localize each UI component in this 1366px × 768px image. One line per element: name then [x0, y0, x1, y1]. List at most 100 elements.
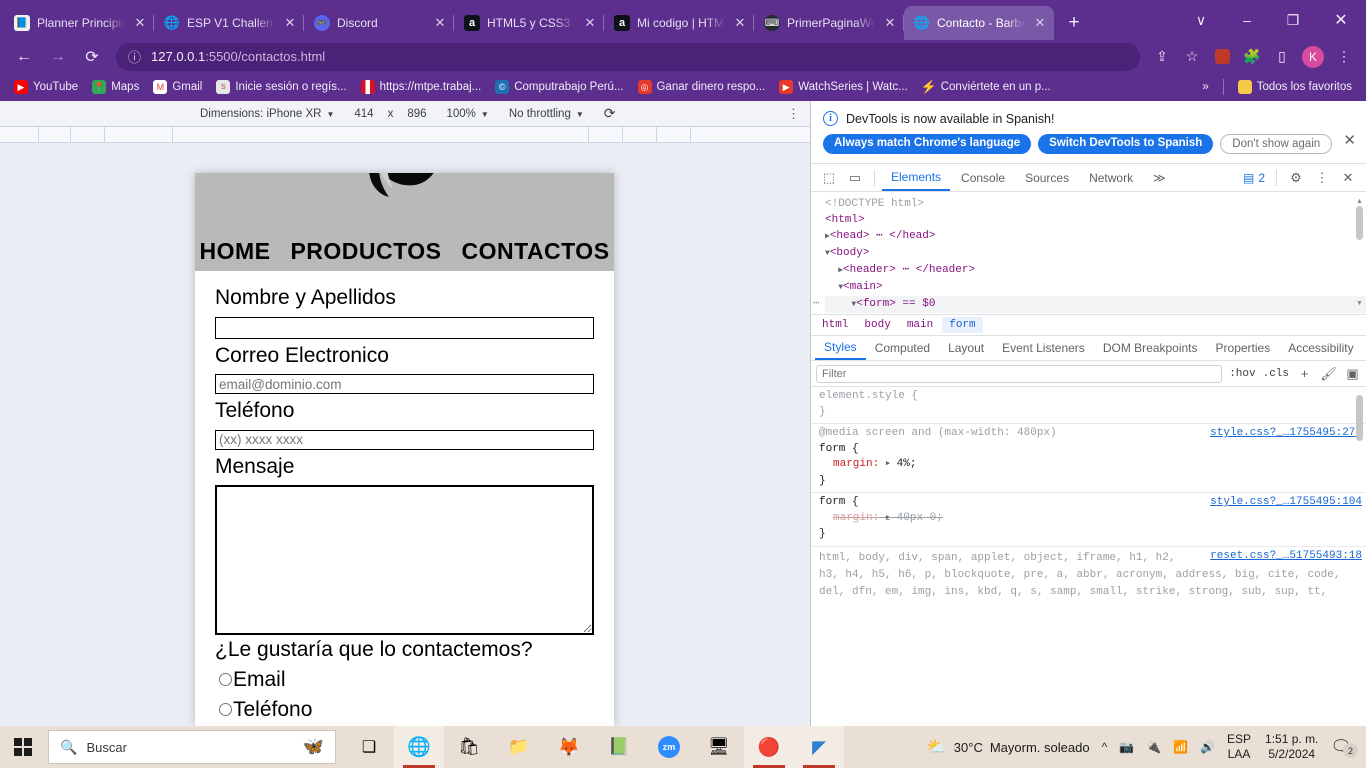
rule-declaration[interactable]: margin: ▶ 4%;	[819, 457, 1366, 474]
scroll-thumb[interactable]	[1356, 206, 1363, 240]
gear-icon[interactable]: ⚙	[1284, 167, 1308, 189]
expand-triangle-icon[interactable]: ▶	[886, 460, 890, 468]
browser-tab[interactable]: a Mi codigo | HTM ✕	[604, 6, 754, 40]
weather-widget[interactable]: ⛅ 30°C Mayorm. soleado	[921, 737, 1096, 757]
info-circle-icon[interactable]: ⓘ	[128, 47, 141, 66]
breadcrumb-body[interactable]: body	[857, 317, 897, 333]
bookmark-item[interactable]: ⚡ Conviértete en un p...	[916, 77, 1057, 97]
dom-tree[interactable]: <!DOCTYPE html> <html> ▶<head> ⋯ </head>…	[811, 192, 1366, 314]
expand-triangle-icon[interactable]: ▶	[886, 514, 890, 522]
dom-line[interactable]: ▼<body>	[825, 245, 1366, 262]
panel-icon[interactable]: ▣	[1344, 366, 1361, 382]
brush-icon[interactable]: 🖌	[1320, 366, 1337, 382]
maximize-button[interactable]: ❐	[1270, 0, 1316, 40]
more-tabs-icon[interactable]: ≫	[1144, 164, 1175, 191]
tab-close-icon[interactable]: ✕	[882, 15, 898, 31]
rule-declaration-overridden[interactable]: margin: ▶ 40px 0;	[819, 511, 1366, 528]
nav-link-productos[interactable]: PRODUCTOS	[290, 238, 441, 265]
chevron-up-icon[interactable]: ^	[1096, 740, 1114, 754]
hov-toggle[interactable]: :hov	[1229, 368, 1255, 380]
forward-button[interactable]: →	[42, 43, 74, 71]
dom-line[interactable]: <html>	[825, 212, 1366, 228]
tab-close-icon[interactable]: ✕	[732, 15, 748, 31]
dom-line-selected[interactable]: ⋯ ▼<form> == $0	[813, 296, 1366, 313]
radio-option-email[interactable]: Email	[215, 665, 594, 695]
bookmark-item[interactable]: 📍 Maps	[86, 77, 145, 97]
tab-elements[interactable]: Elements	[882, 164, 951, 191]
nombre-apellidos-input[interactable]	[215, 316, 594, 339]
tab-close-icon[interactable]: ✕	[432, 15, 448, 31]
notification-icon[interactable]: 🗨 2	[1326, 737, 1360, 758]
switch-to-spanish-button[interactable]: Switch DevTools to Spanish	[1038, 134, 1214, 154]
devtools-close-icon[interactable]: ✕	[1336, 167, 1360, 189]
tab-close-icon[interactable]: ✕	[1032, 15, 1048, 31]
device-toggle-icon[interactable]: ▭	[843, 167, 867, 189]
dom-tree-scrollbar[interactable]: ▲ ▼	[1355, 194, 1364, 312]
back-button[interactable]: ←	[8, 43, 40, 71]
browser-tab[interactable]: 🌐 ESP V1 Challenge ✕	[154, 6, 304, 40]
radio-input-email[interactable]	[219, 673, 232, 687]
avatar[interactable]: K	[1302, 45, 1324, 68]
sidebar-tab-dom-breakpoints[interactable]: DOM Breakpoints	[1094, 336, 1207, 360]
reload-button[interactable]: ⟳	[76, 43, 108, 71]
dom-line[interactable]: ▼<main>	[825, 279, 1366, 296]
bookmark-item[interactable]: ▶ YouTube	[8, 77, 84, 97]
scroll-thumb[interactable]	[1356, 395, 1363, 441]
sidepanel-icon[interactable]: ▯	[1268, 44, 1296, 70]
message-count-badge[interactable]: ▤ 2	[1243, 171, 1269, 185]
windows-icon[interactable]	[8, 734, 38, 760]
browser-tab-active[interactable]: 🌐 Contacto - Barbe ✕	[904, 6, 1054, 40]
bookmark-item[interactable]: https://mtpe.trabaj...	[355, 77, 488, 97]
radio-input-telefono[interactable]	[219, 703, 232, 717]
browser-tab[interactable]: ⌨ PrimerPaginaWe ✕	[754, 6, 904, 40]
dom-line[interactable]: <label for="nombreapellido">Nombre y Ape…	[825, 313, 1366, 314]
device-zoom-select[interactable]: 100% ▼	[437, 108, 499, 120]
rotate-icon[interactable]: ⟳	[594, 105, 626, 122]
tab-sources[interactable]: Sources	[1016, 164, 1078, 191]
device-size-fields[interactable]: 414 x 896	[344, 108, 436, 120]
style-rule-reset[interactable]: reset.css?_…51755493:18 html, body, div,…	[811, 547, 1366, 603]
browser-tab[interactable]: a HTML5 y CSS3 p ✕	[454, 6, 604, 40]
sidebar-tab-properties[interactable]: Properties	[1207, 336, 1280, 360]
tab-close-icon[interactable]: ✕	[582, 15, 598, 31]
device-width-input[interactable]: 414	[354, 108, 373, 120]
close-window-button[interactable]: ✕	[1316, 0, 1366, 40]
bookmarks-overflow-button[interactable]: »	[1196, 78, 1214, 96]
scroll-down-icon[interactable]: ▼	[1355, 296, 1364, 312]
browser-tab[interactable]: 🎮 Discord ✕	[304, 6, 454, 40]
excel-icon[interactable]: 📗	[594, 726, 644, 768]
wifi-icon[interactable]: 📶	[1167, 740, 1194, 754]
correo-electronico-input[interactable]	[215, 374, 594, 395]
microsoft-store-icon[interactable]: 🛍	[444, 726, 494, 768]
address-bar[interactable]: ⓘ 127.0.0.1:5500/contactos.html	[116, 42, 1140, 71]
bookmark-item[interactable]: ◎ Ganar dinero respo...	[632, 77, 772, 97]
banner-close-icon[interactable]: ✕	[1343, 131, 1356, 149]
sidebar-tab-computed[interactable]: Computed	[866, 336, 939, 360]
dom-line[interactable]: <!DOCTYPE html>	[825, 196, 1366, 212]
bookmark-item[interactable]: M Gmail	[147, 77, 208, 97]
edge-icon[interactable]: 🌐	[394, 726, 444, 768]
minimize-button[interactable]: –	[1224, 0, 1270, 40]
telefono-input[interactable]	[215, 429, 594, 450]
meet-camera-icon[interactable]: 📷	[1113, 740, 1140, 754]
chrome-icon[interactable]: 🔴	[744, 726, 794, 768]
nav-link-contactos[interactable]: CONTACTOS	[462, 238, 610, 265]
file-explorer-icon[interactable]: 📁	[494, 726, 544, 768]
sidebar-tab-accessibility[interactable]: Accessibility	[1279, 336, 1362, 360]
style-rule-media-form[interactable]: style.css?_…1755495:277 @media screen an…	[811, 424, 1366, 493]
tab-console[interactable]: Console	[952, 164, 1014, 191]
dont-show-again-button[interactable]: Don't show again	[1220, 134, 1333, 154]
clock[interactable]: 1:51 p. m. 5/2/2024	[1257, 732, 1326, 762]
inspect-icon[interactable]: ⬚	[817, 167, 841, 189]
bookmark-item[interactable]: S Inicie sesión o regís...	[210, 77, 352, 97]
sidebar-tab-styles[interactable]: Styles	[815, 336, 866, 360]
browser-tab[interactable]: 📘 Planner Principia ✕	[4, 6, 154, 40]
mensaje-textarea[interactable]	[215, 485, 594, 636]
task-view-icon[interactable]: ❏	[344, 726, 394, 768]
extension-red-icon[interactable]	[1208, 44, 1236, 70]
new-tab-button[interactable]: +	[1060, 9, 1088, 37]
device-toolbar-menu-icon[interactable]: ⋮	[787, 106, 800, 122]
cls-toggle[interactable]: .cls	[1263, 368, 1289, 380]
device-height-input[interactable]: 896	[407, 108, 426, 120]
rule-source-link[interactable]: reset.css?_…51755493:18	[1210, 549, 1362, 565]
